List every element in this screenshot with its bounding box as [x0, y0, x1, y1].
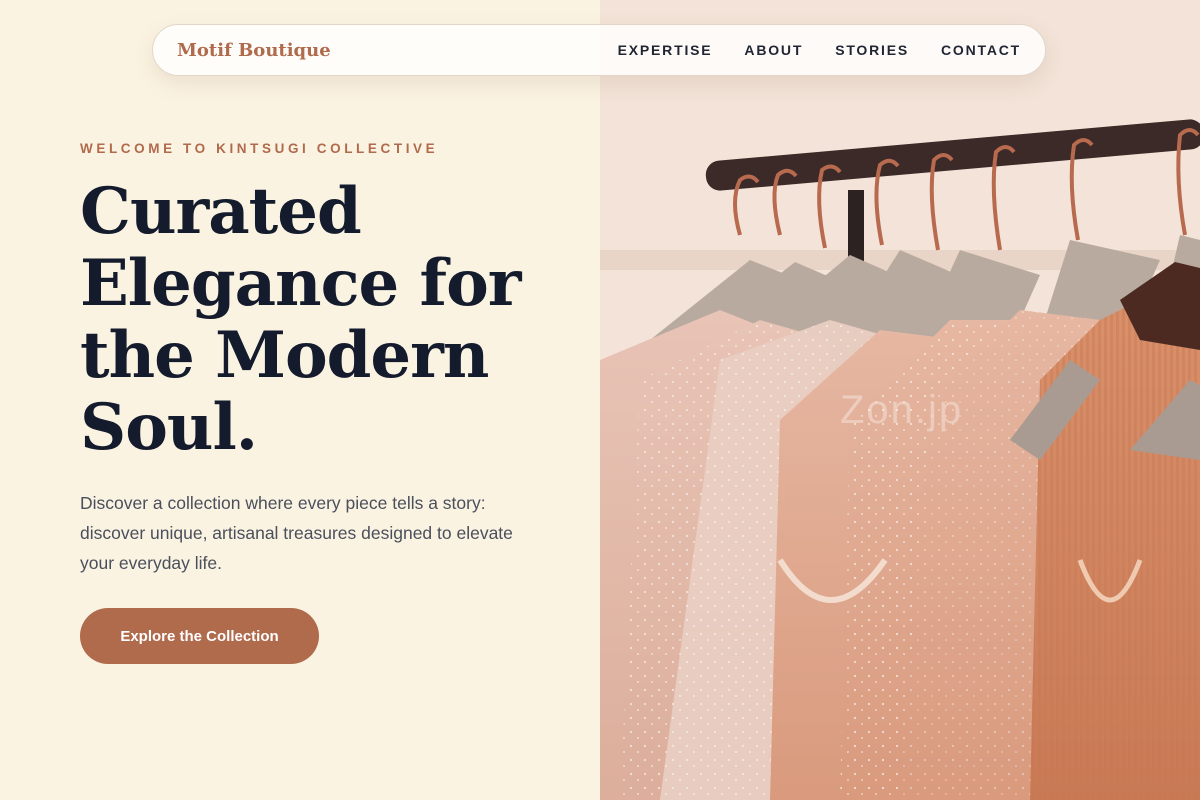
explore-collection-button[interactable]: Explore the Collection	[80, 608, 319, 664]
nav-link-stories[interactable]: STORIES	[835, 42, 909, 58]
nav-link-about[interactable]: ABOUT	[744, 42, 803, 58]
nav-links: EXPERTISE ABOUT STORIES CONTACT	[618, 42, 1021, 58]
image-watermark: Zon.jp	[840, 388, 964, 432]
nav-link-contact[interactable]: CONTACT	[941, 42, 1021, 58]
top-navbar: Motif Boutique EXPERTISE ABOUT STORIES C…	[152, 24, 1046, 76]
hero-eyebrow: WELCOME TO KINTSUGI COLLECTIVE	[80, 141, 439, 156]
hero-description: Discover a collection where every piece …	[80, 493, 513, 573]
nav-link-expertise[interactable]: EXPERTISE	[618, 42, 713, 58]
hero-headline: Curated Elegance for the Modern Soul.	[80, 174, 521, 465]
brand-logo[interactable]: Motif Boutique	[177, 40, 331, 61]
